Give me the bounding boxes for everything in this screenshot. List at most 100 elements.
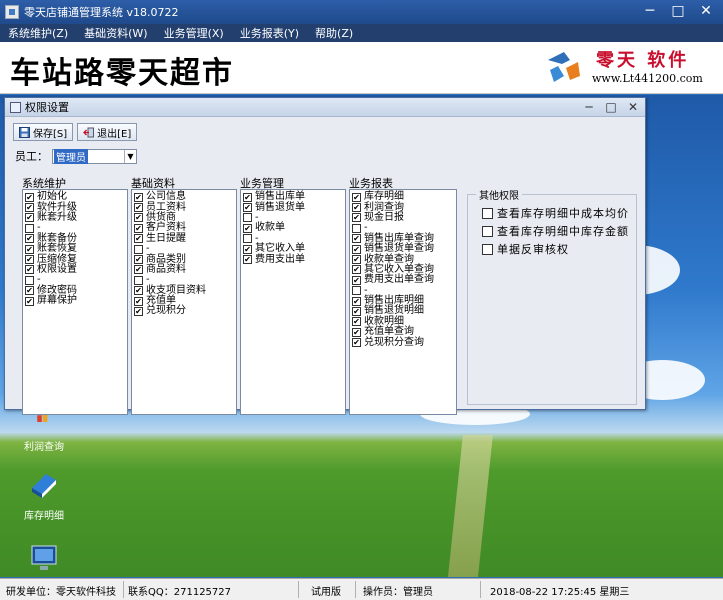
checkbox-checked[interactable]: ✔ bbox=[25, 244, 34, 254]
menu-business[interactable]: 业务管理(X) bbox=[164, 25, 224, 41]
perm-item[interactable]: ✔ 客户资料 bbox=[134, 223, 234, 233]
perm-item[interactable]: - bbox=[134, 244, 234, 254]
status-divider bbox=[355, 581, 356, 598]
perm-item[interactable]: ✔ 屏幕保护 bbox=[25, 296, 125, 306]
other-perm-cost-price[interactable]: 查看库存明细中成本均价 bbox=[482, 205, 629, 221]
desktop-icon-profit-query[interactable]: 利润查询 bbox=[14, 413, 74, 453]
checkbox-unchecked[interactable] bbox=[134, 275, 143, 285]
perm-item[interactable]: - bbox=[352, 223, 454, 233]
menu-help[interactable]: 帮助(Z) bbox=[315, 25, 353, 41]
perm-list[interactable]: ✔ 销售出库单 ✔ 销售退货单 - ✔ 收款单 - ✔ 其它收入单 ✔ 费用支出单 bbox=[240, 189, 346, 415]
checkbox-checked[interactable]: ✔ bbox=[25, 213, 34, 223]
perm-item[interactable]: - bbox=[25, 275, 125, 285]
checkbox-checked[interactable]: ✔ bbox=[243, 255, 252, 265]
perm-item[interactable]: ✔ 费用支出单 bbox=[243, 254, 343, 265]
monitor-icon bbox=[31, 545, 57, 570]
checkbox-checked[interactable]: ✔ bbox=[134, 286, 143, 296]
perm-item[interactable]: - bbox=[25, 223, 125, 233]
perm-item[interactable]: ✔ 兑现积分查询 bbox=[352, 337, 454, 348]
checkbox-checked[interactable]: ✔ bbox=[134, 192, 143, 202]
checkbox-checked[interactable]: ✔ bbox=[25, 265, 34, 275]
perm-item[interactable]: ✔ 销售出库单 bbox=[243, 192, 343, 202]
perm-item[interactable]: ✔ 充值单查询 bbox=[352, 327, 454, 337]
checkbox-unchecked[interactable] bbox=[352, 286, 361, 296]
checkbox-checked[interactable]: ✔ bbox=[352, 234, 361, 244]
checkbox-checked[interactable]: ✔ bbox=[25, 203, 34, 213]
checkbox-checked[interactable]: ✔ bbox=[134, 265, 143, 275]
perm-item[interactable]: ✔ 账套恢复 bbox=[25, 244, 125, 254]
checkbox[interactable] bbox=[482, 207, 493, 219]
checkbox-checked[interactable]: ✔ bbox=[243, 192, 252, 202]
checkbox-checked[interactable]: ✔ bbox=[352, 244, 361, 254]
other-perm-stock-amount[interactable]: 查看库存明细中库存金额 bbox=[482, 223, 629, 239]
checkbox-checked[interactable]: ✔ bbox=[352, 296, 361, 306]
checkbox-checked[interactable]: ✔ bbox=[243, 244, 252, 254]
checkbox-unchecked[interactable] bbox=[25, 223, 34, 233]
perm-item[interactable]: - bbox=[134, 275, 234, 285]
chevron-down-icon[interactable]: ▼ bbox=[124, 149, 136, 163]
checkbox-label: 查看库存明细中成本均价 bbox=[497, 207, 629, 220]
perm-item[interactable]: ✔ 公司信息 bbox=[134, 192, 234, 202]
exit-button[interactable]: 退出[E] bbox=[77, 123, 138, 141]
perm-item[interactable]: ✔ 初始化 bbox=[25, 192, 125, 202]
checkbox-checked[interactable]: ✔ bbox=[352, 203, 361, 213]
checkbox-unchecked[interactable] bbox=[25, 275, 34, 285]
checkbox-checked[interactable]: ✔ bbox=[134, 296, 143, 306]
window-controls: ─ □ ✕ bbox=[637, 2, 719, 21]
perm-list[interactable]: ✔ 初始化 ✔ 软件升级 ✔ 账套升级 - ✔ 账套备份 ✔ 账套恢复 ✔ 压缩修复 ✔ 权限设置 - ✔ 修改密… bbox=[22, 189, 128, 415]
dialog-minimize-button[interactable]: ─ bbox=[581, 99, 597, 115]
perm-item-label: 账套恢复 bbox=[37, 243, 77, 255]
checkbox-checked[interactable]: ✔ bbox=[134, 203, 143, 213]
checkbox-checked[interactable]: ✔ bbox=[25, 286, 34, 296]
perm-item[interactable]: ✔ 库存明细 bbox=[352, 192, 454, 202]
checkbox-checked[interactable]: ✔ bbox=[134, 213, 143, 223]
checkbox-checked[interactable]: ✔ bbox=[25, 192, 34, 202]
perm-list[interactable]: ✔ 库存明细 ✔ 利润查询 ✔ 现金日报 - ✔ 销售出库单查询 ✔ 销售退货单查询 ✔ 收款单查询 ✔ 其… bbox=[349, 189, 457, 415]
checkbox-checked[interactable]: ✔ bbox=[134, 234, 143, 244]
checkbox-unchecked[interactable] bbox=[243, 213, 252, 223]
checkbox-checked[interactable]: ✔ bbox=[134, 223, 143, 233]
checkbox-checked[interactable]: ✔ bbox=[352, 265, 361, 275]
status-qq: 联系QQ：271125727 bbox=[128, 587, 232, 598]
desktop-icon-stock-detail[interactable]: 库存明细 bbox=[14, 468, 74, 522]
other-perm-reverse-audit[interactable]: 单据反审核权 bbox=[482, 241, 569, 257]
checkbox-checked[interactable]: ✔ bbox=[352, 255, 361, 265]
maximize-button[interactable]: □ bbox=[665, 2, 691, 21]
checkbox-checked[interactable]: ✔ bbox=[25, 296, 34, 306]
perm-list[interactable]: ✔ 公司信息 ✔ 员工资料 ✔ 供货商 ✔ 客户资料 ✔ 生日提醒 - ✔ 商品类别 ✔ 商品资料 - ✔ 收支项… bbox=[131, 189, 237, 415]
checkbox[interactable] bbox=[482, 243, 493, 255]
checkbox-unchecked[interactable] bbox=[134, 244, 143, 254]
checkbox-checked[interactable]: ✔ bbox=[352, 213, 361, 223]
dialog-maximize-button[interactable]: □ bbox=[603, 99, 619, 115]
minimize-button[interactable]: ─ bbox=[637, 2, 663, 21]
dialog-close-button[interactable]: ✕ bbox=[625, 99, 641, 115]
perm-item[interactable]: ✔ 费用支出单查询 bbox=[352, 275, 454, 285]
checkbox-checked[interactable]: ✔ bbox=[352, 192, 361, 202]
checkbox-checked[interactable]: ✔ bbox=[352, 275, 361, 285]
desktop-icon-monitor[interactable] bbox=[14, 542, 74, 577]
checkbox-checked[interactable]: ✔ bbox=[352, 306, 361, 316]
checkbox-checked[interactable]: ✔ bbox=[352, 338, 361, 348]
employee-value: 管理员 bbox=[54, 148, 88, 164]
perm-item[interactable]: ✔ 收款单 bbox=[243, 223, 343, 233]
checkbox-checked[interactable]: ✔ bbox=[25, 234, 34, 244]
close-button[interactable]: ✕ bbox=[693, 2, 719, 21]
employee-select[interactable]: 管理员 ▼ bbox=[52, 148, 137, 164]
menu-reports[interactable]: 业务报表(Y) bbox=[240, 25, 299, 41]
save-button[interactable]: 保存[S] bbox=[13, 123, 74, 141]
perm-item[interactable]: ✔ 其它收入单 bbox=[243, 244, 343, 254]
checkbox-unchecked[interactable] bbox=[352, 223, 361, 233]
perm-item[interactable]: ✔ 销售退货单查询 bbox=[352, 244, 454, 254]
menu-system[interactable]: 系统维护(Z) bbox=[8, 25, 68, 41]
checkbox[interactable] bbox=[482, 225, 493, 237]
perm-item[interactable]: ✔ 兑现积分 bbox=[134, 306, 234, 316]
checkbox-checked[interactable]: ✔ bbox=[134, 255, 143, 265]
checkbox-checked[interactable]: ✔ bbox=[243, 223, 252, 233]
menu-basic-data[interactable]: 基础资料(W) bbox=[84, 25, 147, 41]
checkbox-checked[interactable]: ✔ bbox=[134, 306, 143, 316]
checkbox-checked[interactable]: ✔ bbox=[352, 317, 361, 327]
checkbox-checked[interactable]: ✔ bbox=[25, 255, 34, 265]
checkbox-unchecked[interactable] bbox=[243, 234, 252, 244]
checkbox-checked[interactable]: ✔ bbox=[243, 203, 252, 213]
checkbox-checked[interactable]: ✔ bbox=[352, 327, 361, 337]
